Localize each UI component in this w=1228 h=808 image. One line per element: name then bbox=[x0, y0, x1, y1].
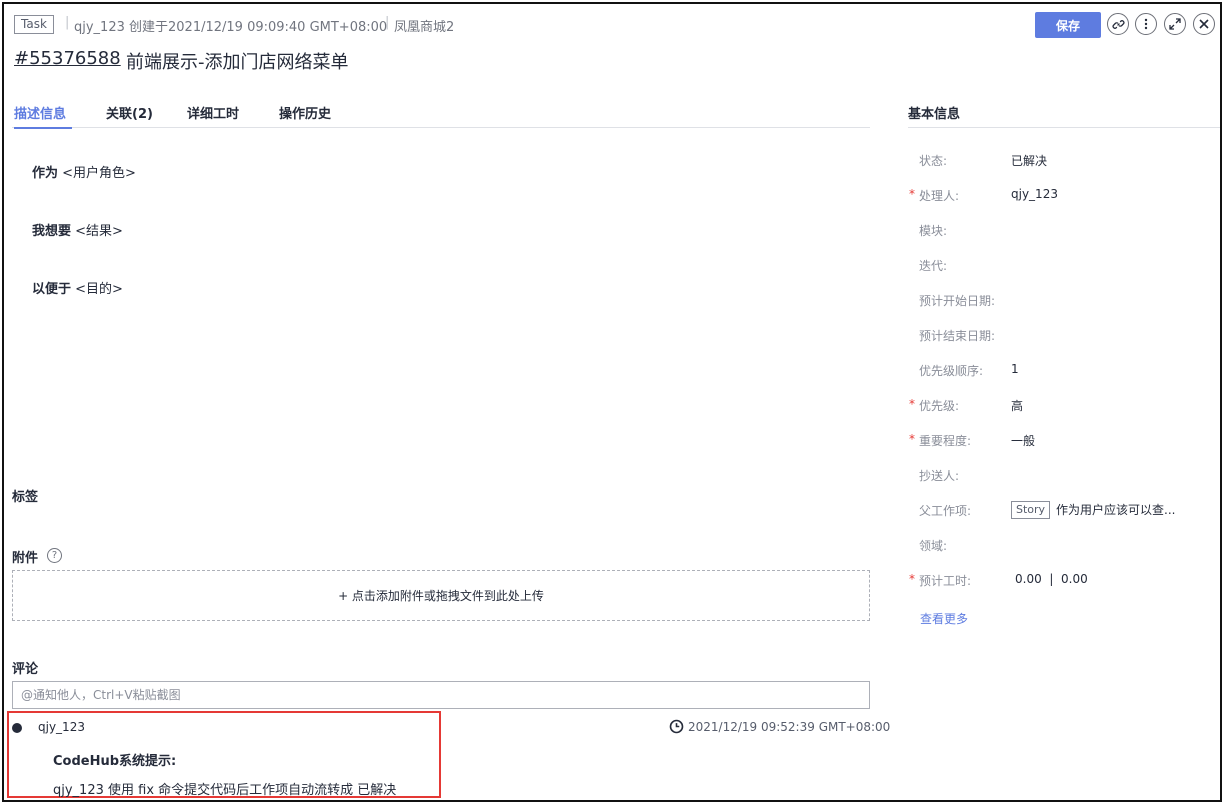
field-value-assignee[interactable]: qjy_123 bbox=[1011, 187, 1058, 201]
description-want[interactable]: 我想要 <结果> bbox=[32, 220, 123, 239]
tab-work-hours[interactable]: 详细工时 bbox=[187, 103, 239, 122]
field-value-priority-order[interactable]: 1 bbox=[1011, 362, 1019, 376]
issue-title[interactable]: 前端展示-添加门店网络菜单 bbox=[126, 48, 349, 74]
link-icon bbox=[1111, 19, 1125, 29]
field-label-iteration: 迭代: bbox=[919, 259, 948, 273]
expand-button[interactable] bbox=[1164, 13, 1186, 35]
field-value-parent[interactable]: 作为用户应该可以查... bbox=[1056, 501, 1175, 518]
meta-separator: | bbox=[385, 15, 390, 30]
description-want-label: 我想要 bbox=[32, 224, 72, 239]
description-as[interactable]: 作为 <用户角色> bbox=[32, 162, 136, 181]
field-label-priority-order: 优先级顺序: bbox=[919, 364, 984, 378]
field-label-module: 模块: bbox=[919, 224, 948, 238]
expand-icon bbox=[1169, 18, 1181, 30]
work-item-dialog: Task | qjy_123 创建于2021/12/19 09:09:40 GM… bbox=[2, 2, 1222, 802]
basic-info-title: 基本信息 bbox=[908, 107, 961, 122]
required-mark: * bbox=[909, 187, 915, 201]
field-label-estimated-hours: 预计工时: bbox=[919, 574, 972, 588]
project-name[interactable]: 凤凰商城2 bbox=[394, 16, 454, 35]
description-so-label: 以便于 bbox=[32, 282, 72, 297]
description-want-value: <结果> bbox=[75, 224, 123, 239]
tabs-divider bbox=[12, 127, 870, 128]
comment-system-title: CodeHub系统提示: bbox=[53, 754, 177, 769]
field-value-status[interactable]: 已解决 bbox=[1011, 152, 1047, 169]
view-more-link[interactable]: 查看更多 bbox=[920, 610, 968, 627]
comment-input[interactable] bbox=[12, 681, 870, 709]
field-label-assignee: 处理人: bbox=[919, 189, 960, 203]
field-label-domain: 领域: bbox=[919, 539, 948, 553]
more-icon bbox=[1144, 18, 1148, 30]
required-mark: * bbox=[909, 572, 915, 586]
field-label-priority: 优先级: bbox=[919, 399, 960, 413]
field-label-severity: 重要程度: bbox=[919, 434, 972, 448]
clock-icon bbox=[669, 719, 684, 734]
close-button[interactable] bbox=[1193, 13, 1215, 35]
meta-separator: | bbox=[65, 15, 70, 30]
tags-title: 标签 bbox=[12, 490, 39, 505]
parent-type-tag: Story bbox=[1011, 501, 1051, 519]
field-label-start-date: 预计开始日期: bbox=[919, 294, 996, 308]
comment-time: 2021/12/19 09:52:39 GMT+08:00 bbox=[688, 720, 891, 734]
close-icon bbox=[1199, 19, 1209, 29]
description-so-value: <目的> bbox=[75, 282, 123, 297]
comment-user[interactable]: qjy_123 bbox=[38, 720, 85, 734]
creator-meta: qjy_123 创建于2021/12/19 09:09:40 GMT+08:00 bbox=[74, 20, 388, 35]
field-value-severity[interactable]: 一般 bbox=[1011, 432, 1035, 449]
field-value-estimated-hours[interactable]: 0.00 | 0.00 bbox=[1015, 572, 1088, 586]
active-tab-indicator bbox=[14, 127, 72, 129]
basic-info-divider bbox=[908, 127, 1220, 128]
tab-history[interactable]: 操作历史 bbox=[279, 103, 331, 122]
field-label-cc: 抄送人: bbox=[919, 469, 960, 483]
save-button[interactable]: 保存 bbox=[1035, 12, 1101, 38]
description-as-value: <用户角色> bbox=[62, 166, 136, 181]
comments-title: 评论 bbox=[12, 662, 39, 677]
link-button[interactable] bbox=[1107, 13, 1129, 35]
field-label-parent: 父工作项: bbox=[919, 504, 972, 518]
comment-bullet bbox=[12, 723, 22, 733]
type-tag: Task bbox=[14, 15, 54, 34]
more-button[interactable] bbox=[1135, 13, 1157, 35]
field-value-priority[interactable]: 高 bbox=[1011, 397, 1023, 414]
field-label-end-date: 预计结束日期: bbox=[919, 329, 996, 343]
description-so[interactable]: 以便于 <目的> bbox=[32, 278, 123, 297]
required-mark: * bbox=[909, 432, 915, 446]
field-label-status: 状态: bbox=[919, 154, 948, 168]
comment-message: qjy_123 使用 fix 命令提交代码后工作项自动流转成 已解决 bbox=[53, 783, 397, 798]
attachment-upload-area[interactable]: + 点击添加附件或拖拽文件到此处上传 bbox=[12, 570, 870, 621]
help-icon[interactable]: ? bbox=[47, 548, 62, 563]
tab-relations[interactable]: 关联(2) bbox=[106, 103, 153, 122]
required-mark: * bbox=[909, 397, 915, 411]
attachments-title: 附件 bbox=[12, 551, 39, 566]
tab-description[interactable]: 描述信息 bbox=[14, 103, 66, 122]
description-as-label: 作为 bbox=[32, 166, 59, 181]
issue-id-link[interactable]: #55376588 bbox=[14, 48, 121, 69]
